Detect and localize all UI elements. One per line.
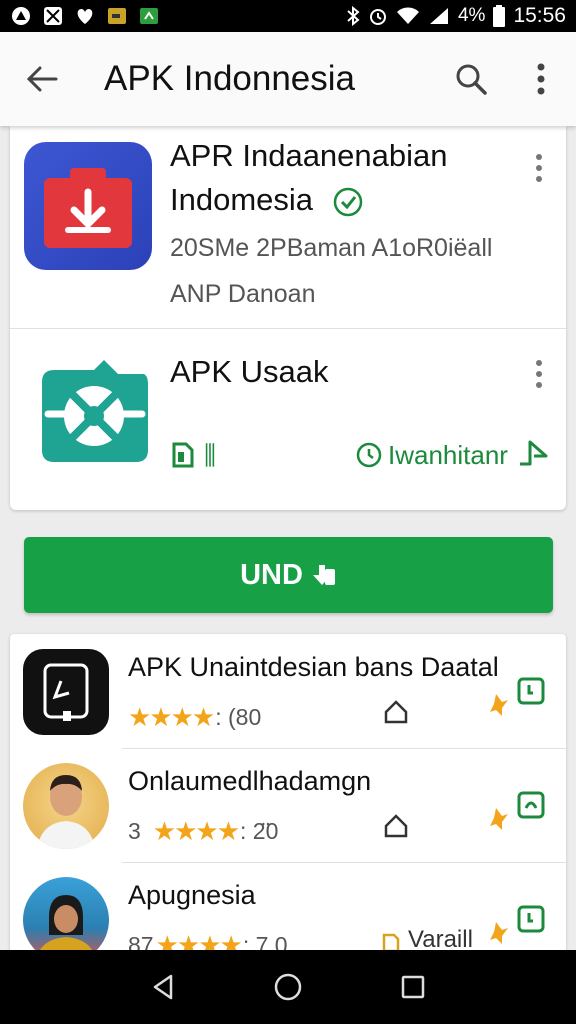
clock-time: 15:56 [513, 4, 566, 27]
back-button[interactable] [0, 32, 84, 126]
divider [10, 328, 566, 329]
nav-back-button[interactable] [133, 957, 193, 1017]
download-icon [312, 565, 335, 585]
nav-recents-icon [402, 975, 425, 999]
featured-apps-card: APR Indaanenabian Indomesia 20SMe 2PBama… [10, 126, 566, 510]
list-item[interactable]: Apugnesia 87 ★★★★ : 7.0 Varaill [10, 862, 566, 964]
app-name: Onlaumedlhadamgn [128, 766, 372, 796]
battery-percent: 4% [457, 5, 486, 26]
download-button-label: UND [240, 558, 303, 591]
app-thumb [23, 763, 109, 849]
search-button[interactable] [436, 32, 506, 126]
navigation-bar [0, 950, 576, 1024]
app2-more-button[interactable] [524, 354, 554, 394]
app-title-line-1: APR Indaanenabian [170, 138, 448, 173]
download-button[interactable]: UND [24, 537, 553, 613]
page-title: APK Indonnesia [104, 59, 356, 98]
app-bar: APK Indonnesia [0, 32, 576, 126]
rating-prefix: 3 [128, 818, 141, 844]
app2-stat: ⫼ [204, 440, 216, 470]
nav-recents-button[interactable] [383, 957, 443, 1017]
app-name: APK Unaintdesian bans Daatal [128, 652, 499, 682]
rating-value: : 2̈0 [240, 818, 279, 844]
app1-more-button[interactable] [524, 148, 554, 188]
app-title-line-2: Indomesia [170, 182, 314, 217]
wallet-notification-icon [106, 6, 128, 26]
badge-icon [488, 806, 510, 837]
overflow-menu-button[interactable] [506, 32, 576, 126]
more-vert-icon [536, 360, 542, 388]
app2-title: APK Usaak [170, 354, 329, 389]
download-box-icon [44, 168, 132, 248]
forward-arrow-icon[interactable] [516, 436, 550, 475]
clock-icon [354, 440, 384, 475]
install-icon[interactable] [516, 790, 546, 825]
battery-icon [493, 5, 506, 27]
rating-stars: ★★★★ [128, 702, 215, 732]
tag-icon [382, 698, 410, 726]
app-thumb [23, 649, 109, 735]
app-list-card: APK Unaintdesian bans Daatal ★★★★ : (80 … [10, 634, 566, 964]
badge-icon [488, 692, 510, 723]
app-rating: ★★★★ : (80 [128, 702, 261, 733]
app-icon-apk-usaak[interactable] [34, 352, 152, 470]
tag-icon [382, 812, 410, 840]
rating-stars: ★★★★ [152, 816, 240, 846]
app-icon-apk-downloader[interactable] [24, 142, 152, 270]
gallery-notification-icon [42, 6, 64, 26]
heart-notification-icon [74, 6, 96, 26]
list-item[interactable]: Onlaumedlhadamgn 3 ★★★★ : 2̈0 [10, 748, 566, 862]
app-name: Apugnesia [128, 880, 256, 910]
install-icon[interactable] [516, 676, 546, 711]
sync-notification-icon [138, 6, 160, 26]
app-rating: 3 ★★★★ : 2̈0 [128, 816, 278, 847]
install-icon[interactable] [516, 904, 546, 939]
search-icon [456, 64, 487, 95]
back-arrow-icon [26, 66, 58, 92]
wifi-icon [396, 6, 420, 26]
app-meta-text: 20SMe 2PBaman A1oR0iëall [170, 234, 493, 262]
signal-icon [428, 6, 450, 26]
verified-icon [332, 186, 364, 223]
tool-box-icon [42, 360, 148, 462]
rating-value: : (80 [215, 704, 262, 730]
alarm-icon [368, 6, 388, 26]
app2-link[interactable]: Iwanhitanr [388, 440, 508, 471]
bluetooth-icon [346, 6, 360, 26]
list-item[interactable]: APK Unaintdesian bans Daatal ★★★★ : (80 [10, 634, 566, 748]
nav-home-button[interactable] [258, 957, 318, 1017]
nav-home-icon [274, 973, 302, 1001]
nav-back-icon [153, 974, 172, 1000]
more-vert-icon [536, 154, 542, 182]
more-vert-icon [537, 63, 545, 95]
app-notification-icon [10, 6, 32, 26]
app-developer: ANP Danoan [170, 280, 316, 308]
badge-icon [488, 920, 510, 951]
storage-icon [170, 440, 196, 475]
status-bar: 4% 15:56 [0, 0, 576, 32]
